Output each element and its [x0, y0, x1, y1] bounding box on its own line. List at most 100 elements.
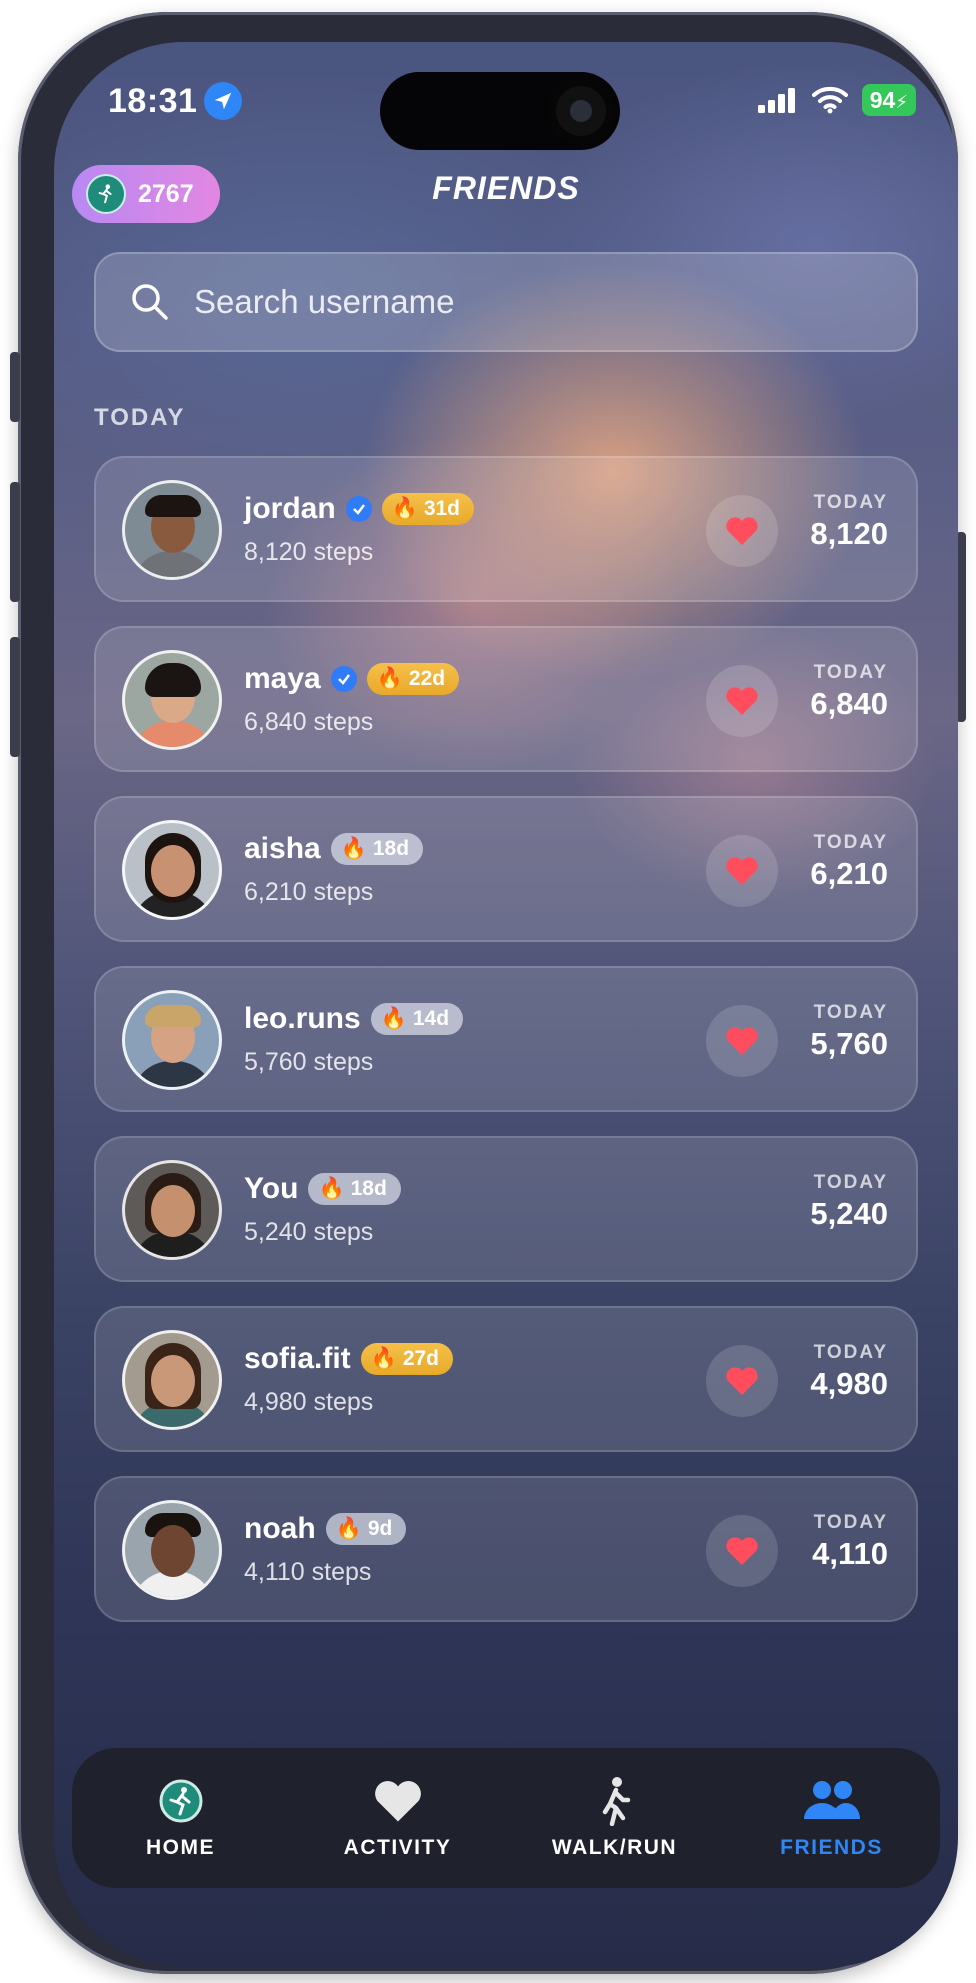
- friend-steps: 4,110 steps: [244, 1558, 372, 1586]
- status-indicators: 94⚡: [757, 84, 916, 116]
- friend-row[interactable]: jordan 🔥 31d 8,120 steps TODAY 8,120: [94, 456, 918, 602]
- today-steps-value: 6,840: [810, 686, 888, 721]
- tab-walk-run[interactable]: WALK/RUN: [515, 1776, 715, 1860]
- friend-row[interactable]: aisha 🔥 18d 6,210 steps TODAY 6,210: [94, 796, 918, 942]
- today-steps-value: 5,760: [810, 1026, 888, 1061]
- friend-row[interactable]: noah 🔥 9d 4,110 steps TODAY 4,110: [94, 1476, 918, 1622]
- flame-icon: 🔥: [380, 1007, 407, 1030]
- today-steps-value: 8,120: [810, 516, 888, 551]
- today-total: TODAY 5,240: [810, 1172, 888, 1231]
- like-button[interactable]: [706, 1345, 778, 1417]
- friends-list: jordan 🔥 31d 8,120 steps TODAY 8,120 may…: [94, 456, 918, 1646]
- page-title: FRIENDS: [432, 170, 580, 206]
- signal-icon: [757, 88, 795, 113]
- flame-icon: 🔥: [340, 837, 367, 860]
- flame-icon: 🔥: [335, 1517, 362, 1540]
- today-steps-value: 6,210: [810, 856, 888, 891]
- avatar[interactable]: [122, 1330, 222, 1430]
- streak-badge: 🔥 22d: [366, 663, 460, 695]
- avatar[interactable]: [122, 650, 222, 750]
- streak-badge: 🔥 27d: [360, 1343, 454, 1375]
- verified-badge-icon: [330, 666, 357, 692]
- flame-icon: 🔥: [370, 1347, 397, 1370]
- friend-steps: 4,980 steps: [244, 1388, 374, 1416]
- status-time: 18:31: [108, 82, 198, 120]
- tab-label: HOME: [146, 1836, 215, 1859]
- wifi-icon: [811, 86, 848, 114]
- runner-badge-icon: [159, 1779, 202, 1823]
- flame-icon: 🔥: [318, 1177, 345, 1200]
- heart-icon: [726, 1027, 758, 1055]
- like-button[interactable]: [706, 495, 778, 567]
- volume-up-button: [10, 482, 20, 602]
- friend-row[interactable]: leo.runs 🔥 14d 5,760 steps TODAY 5,760: [94, 966, 918, 1112]
- avatar[interactable]: [122, 990, 222, 1090]
- like-button[interactable]: [706, 1515, 778, 1587]
- volume-down-button: [10, 637, 20, 757]
- search-icon: [132, 284, 168, 320]
- like-button[interactable]: [706, 835, 778, 907]
- location-arrow-icon: [204, 82, 242, 120]
- tab-label: WALK/RUN: [551, 1836, 678, 1859]
- streak-badge: 🔥 31d: [381, 493, 475, 525]
- flame-icon: 🔥: [391, 497, 418, 520]
- action-button: [10, 352, 20, 422]
- tab-activity[interactable]: ACTIVITY: [298, 1776, 498, 1860]
- app-screen: 18:31 94⚡ 2767 FRIENDS Search username T…: [54, 42, 958, 1967]
- today-total: TODAY 6,840: [810, 662, 888, 721]
- heart-icon: [726, 1537, 758, 1565]
- phone-frame: 18:31 94⚡ 2767 FRIENDS Search username T…: [10, 12, 966, 1974]
- avatar[interactable]: [122, 1160, 222, 1260]
- today-steps-value: 4,110: [812, 1536, 888, 1571]
- friend-steps: 6,840 steps: [244, 708, 374, 736]
- heart-icon: [374, 1781, 421, 1822]
- like-button[interactable]: [706, 665, 778, 737]
- friend-name[interactable]: noah: [244, 1512, 316, 1546]
- people-icon: [803, 1781, 860, 1819]
- avatar[interactable]: [122, 1500, 222, 1600]
- today-total: TODAY 4,980: [810, 1342, 888, 1401]
- section-label-today: TODAY: [94, 404, 186, 431]
- today-total: TODAY 8,120: [810, 492, 888, 551]
- today-total: TODAY 4,110: [812, 1512, 888, 1571]
- streak-badge: 🔥 9d: [325, 1513, 407, 1545]
- today-steps-value: 5,240: [810, 1196, 888, 1231]
- heart-icon: [726, 517, 758, 545]
- streak-badge: 🔥 14d: [370, 1003, 464, 1035]
- friend-steps: 5,760 steps: [244, 1048, 374, 1076]
- friend-row[interactable]: sofia.fit 🔥 27d 4,980 steps TODAY 4,980: [94, 1306, 918, 1452]
- friend-name[interactable]: aisha: [244, 832, 321, 866]
- heart-icon: [726, 1367, 758, 1395]
- like-button[interactable]: [706, 1005, 778, 1077]
- friend-steps: 6,210 steps: [244, 878, 374, 906]
- friend-steps: 8,120 steps: [244, 538, 374, 566]
- today-steps-value: 4,980: [810, 1366, 888, 1401]
- friend-name[interactable]: maya: [244, 662, 321, 696]
- today-total: TODAY 5,760: [810, 1002, 888, 1061]
- today-total: TODAY 6,210: [810, 832, 888, 891]
- tab-label: FRIENDS: [780, 1836, 883, 1859]
- battery-indicator: 94⚡: [861, 84, 916, 116]
- friend-steps: 5,240 steps: [244, 1218, 374, 1246]
- friend-row[interactable]: maya 🔥 22d 6,840 steps TODAY 6,840: [94, 626, 918, 772]
- friend-name[interactable]: leo.runs: [244, 1002, 361, 1036]
- flame-icon: 🔥: [376, 667, 403, 690]
- streak-badge: 🔥 18d: [330, 833, 424, 865]
- tab-label: ACTIVITY: [343, 1836, 452, 1859]
- bottom-tab-bar: HOME ACTIVITY WALK/RUN FRIENDS: [72, 1748, 940, 1888]
- streak-badge: 🔥 18d: [308, 1173, 401, 1205]
- heart-icon: [726, 857, 758, 885]
- search-bar[interactable]: [94, 252, 918, 352]
- avatar[interactable]: [122, 820, 222, 920]
- verified-badge-icon: [345, 496, 372, 522]
- friend-row-self[interactable]: You 🔥 18d 5,240 steps TODAY 5,240: [94, 1136, 918, 1282]
- friend-name[interactable]: sofia.fit: [244, 1342, 351, 1376]
- heart-icon: [726, 687, 758, 715]
- avatar[interactable]: [122, 480, 222, 580]
- walking-icon: [602, 1777, 630, 1826]
- friend-name[interactable]: jordan: [244, 492, 336, 526]
- friend-name[interactable]: You: [244, 1172, 298, 1206]
- tab-home[interactable]: HOME: [81, 1776, 281, 1860]
- tab-friends[interactable]: FRIENDS: [732, 1776, 932, 1860]
- search-input[interactable]: [192, 282, 836, 322]
